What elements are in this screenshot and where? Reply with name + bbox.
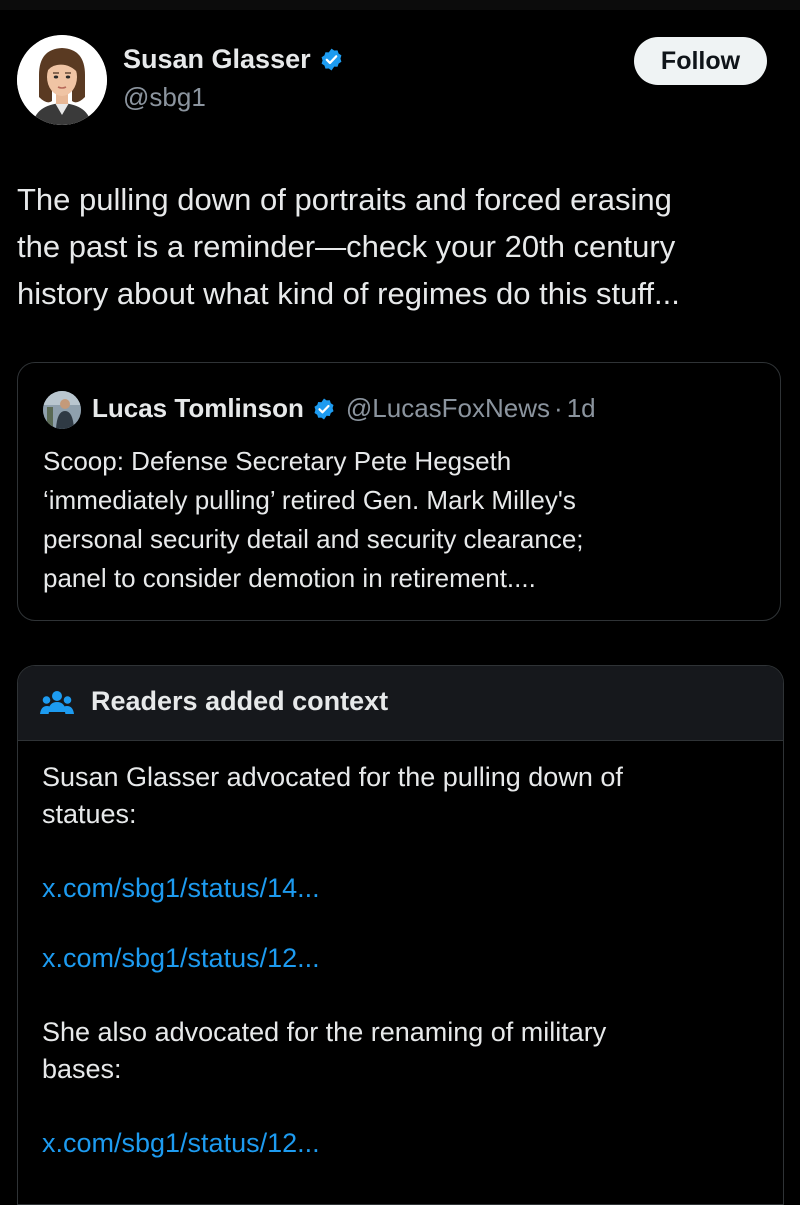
quote-header: Lucas Tomlinson @LucasFoxNews · 1d xyxy=(92,393,596,424)
quoted-tweet-card[interactable]: Lucas Tomlinson @LucasFoxNews · 1d Scoop… xyxy=(17,362,781,621)
note-paragraph-2: She also advocated for the renaming of m… xyxy=(42,1017,607,1084)
community-notes-header: Readers added context xyxy=(18,666,783,741)
quote-separator: · xyxy=(554,393,563,423)
verified-badge-icon xyxy=(312,397,336,421)
verified-badge-icon[interactable] xyxy=(319,47,344,72)
author-avatar[interactable] xyxy=(17,35,107,125)
author-name-row[interactable]: Susan Glasser xyxy=(123,44,344,75)
quote-text: Scoop: Defense Secretary Pete Hegseth ‘i… xyxy=(43,446,584,593)
quote-author-handle[interactable]: @LucasFoxNews xyxy=(346,393,550,424)
community-notes-title: Readers added context xyxy=(91,686,389,716)
quote-author-name[interactable]: Lucas Tomlinson xyxy=(92,393,304,424)
cartoon-woman-avatar-icon xyxy=(17,35,107,125)
note-link-2[interactable]: x.com/sbg1/status/12... xyxy=(42,943,320,974)
note-link-1[interactable]: x.com/sbg1/status/14... xyxy=(42,873,320,904)
follow-button[interactable]: Follow xyxy=(634,37,767,85)
author-handle[interactable]: @sbg1 xyxy=(123,82,206,113)
photo-avatar-icon xyxy=(43,391,81,429)
top-strip xyxy=(0,0,800,10)
community-notes-box: Readers added context Susan Glasser advo… xyxy=(17,665,784,1205)
author-name[interactable]: Susan Glasser xyxy=(123,44,311,75)
people-icon xyxy=(40,688,74,718)
quote-author-avatar[interactable] xyxy=(43,391,81,429)
quote-timestamp[interactable]: 1d xyxy=(567,393,596,424)
note-link-3[interactable]: x.com/sbg1/status/12... xyxy=(42,1128,320,1159)
tweet-text: The pulling down of portraits and forced… xyxy=(17,182,680,311)
note-paragraph-1: Susan Glasser advocated for the pulling … xyxy=(42,762,623,829)
